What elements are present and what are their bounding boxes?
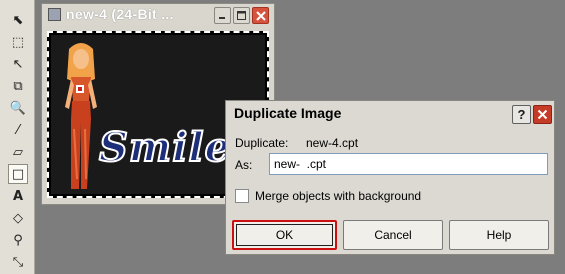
merge-objects-label[interactable]: Merge objects with background — [255, 189, 421, 203]
rectangle-tool-icon[interactable]: □ — [8, 164, 28, 184]
crop-tool-icon[interactable]: ⧉ — [8, 76, 28, 96]
minimize-button[interactable] — [214, 7, 231, 24]
pick-tool-icon[interactable]: ⬉ — [8, 10, 28, 30]
doll-figure — [65, 43, 97, 189]
eyedropper-icon[interactable]: ⁄ — [8, 120, 28, 140]
eraser-icon[interactable]: ▱ — [8, 142, 28, 162]
fill-tool-icon[interactable]: ◇ — [8, 208, 28, 228]
text-tool-icon[interactable]: A — [8, 186, 28, 206]
image-window-titlebar[interactable]: new-4 (24-Bit ... — [42, 4, 274, 26]
duplicate-label: Duplicate: — [235, 136, 289, 150]
close-icon — [255, 10, 266, 21]
close-icon — [537, 109, 548, 120]
dialog-titlebar[interactable]: Duplicate Image ? — [226, 101, 554, 127]
image-window-title: new-4 (24-Bit ... — [66, 6, 174, 22]
ok-button[interactable]: OK — [232, 220, 337, 250]
duplicate-image-dialog: Duplicate Image ? Duplicate: new-4.cpt A… — [225, 100, 555, 255]
smile-text: Smile — [98, 123, 232, 172]
rectangle-mask-icon[interactable]: ⬚ — [8, 32, 28, 52]
duplicate-value: new-4.cpt — [306, 136, 359, 150]
maximize-icon — [237, 11, 246, 20]
help-icon[interactable]: ? — [512, 105, 531, 124]
as-label: As: — [235, 158, 253, 172]
more-tools-icon[interactable]: ⤡ — [8, 252, 28, 272]
help-button[interactable]: Help — [449, 220, 549, 250]
minimize-icon — [219, 17, 225, 19]
zoom-tool-icon[interactable]: 🔍 — [8, 98, 28, 118]
as-input[interactable]: new- .cpt — [269, 153, 548, 175]
cancel-button[interactable]: Cancel — [343, 220, 443, 250]
paint-tool-icon[interactable]: ⚲ — [8, 230, 28, 250]
lasso-mask-icon[interactable]: ↖ — [8, 54, 28, 74]
close-button[interactable] — [252, 7, 269, 24]
document-icon — [48, 8, 61, 21]
toolbox: ⬉ ⬚ ↖ ⧉ 🔍 ⁄ ▱ ∕ □ A ◇ ⚲ ⤡ — [0, 0, 35, 274]
dialog-close-button[interactable] — [533, 105, 552, 124]
dialog-title: Duplicate Image — [234, 105, 342, 121]
ok-button-label: OK — [236, 224, 333, 246]
maximize-button[interactable] — [233, 7, 250, 24]
merge-objects-checkbox[interactable] — [235, 189, 249, 203]
